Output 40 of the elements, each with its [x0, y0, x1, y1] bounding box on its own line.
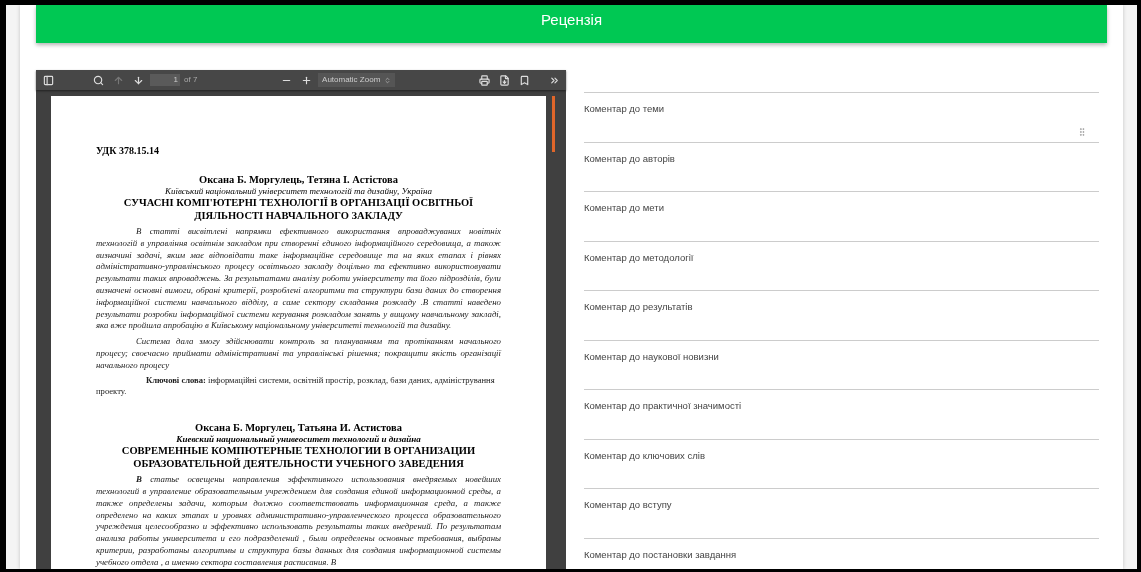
comment-field[interactable]: Коментар до вступу	[584, 489, 1099, 539]
abstract-paragraph: В статье освещены направления эффективного использования внедряемых новейших технологий в управление образовательным учреждением для создания единой информационной среды, а также определены задачи, которым должно соответствовать информационная среда, а также определено на каких этапах и уровнях административно-управленческого процесса образовательного учреждения целесообразно и эффективно использовать результаты таких внедрений. По результатам анализа работы университета и его подразделений , были определены основные требования, выбраны критерии, разработаны алгоритмы и структура базы данных для создания информационной системы учебного отдела , а именно сектора составления расписания. В	[96, 474, 501, 569]
comment-label: Коментар до авторів	[584, 152, 675, 164]
comment-field[interactable]: Коментар до практичної значимості	[584, 390, 1099, 440]
scrollbar-thumb[interactable]	[552, 96, 555, 152]
resize-handle-icon[interactable]	[1077, 126, 1087, 137]
comment-field[interactable]: Коментар до мети	[584, 192, 1099, 242]
comment-label: Коментар до методології	[584, 251, 694, 263]
comment-field[interactable]: Коментар до авторів	[584, 142, 1099, 192]
page-count: of 7	[184, 74, 198, 86]
comment-label: Коментар до вступу	[584, 499, 672, 510]
comment-label: Коментар до результатів	[584, 301, 693, 312]
page-number-field[interactable]: 1	[150, 74, 180, 86]
comment-field[interactable]: Коментар до постановки завдання	[584, 538, 1099, 569]
affiliation-line: Київський національний університет технологій та дизайну, Україна	[164, 186, 433, 196]
comment-label: Коментар до практичної значимості	[584, 400, 742, 411]
authors-line: Оксана Б. Моргулец, Татьяна И. Астистова	[194, 422, 403, 435]
dropdown-arrows-icon	[384, 76, 392, 84]
comment-label: Коментар до ключових слів	[584, 449, 705, 461]
article-title: ДІЯЛЬНОСТІ НАВЧАЛЬНОГО ЗАКЛАДУ	[193, 209, 404, 222]
comment-label: Коментар до наукової новизни	[584, 350, 719, 362]
authors-line: Оксана Б. Моргулець, Тетяна І. Астістова	[198, 174, 399, 186]
keywords-paragraph: Ключові слова: інформаційні системи, освітній простір, розклад, бази даних, адміністрування проекту.	[96, 374, 496, 399]
udk-code: УДК 378.15.14	[96, 144, 160, 158]
article-title: ОБРАЗОВАТЕЛЬНОЙ ДЕЯТЕЛЬНОСТИ УЧЕБНОГО ЗАВЕДЕНИЯ	[132, 457, 465, 471]
comment-field[interactable]: Коментар до наукової новизни	[584, 340, 1099, 390]
comment-label: Коментар до теми	[584, 103, 665, 114]
affiliation-line: Киевский национальный унивеоситет технологий и дизайна	[175, 434, 422, 445]
comment-field[interactable]: Коментар до результатів	[584, 291, 1099, 341]
comment-label: Коментар до постановки завдання	[584, 548, 737, 560]
comment-label: Коментар до мети	[584, 202, 664, 213]
comment-field[interactable]: Коментар до ключових слів	[584, 439, 1099, 489]
zoom-select[interactable]: Automatic Zoom	[318, 73, 396, 87]
print-icon[interactable]	[476, 72, 492, 88]
article-title: СОВРЕМЕННЫЕ КОМПЮТЕРНЫЕ ТЕХНОЛОГИИ В ОРГАНИЗАЦИИ	[120, 444, 477, 458]
comment-field[interactable]: Коментар до теми	[584, 93, 1099, 143]
abstract-paragraph: В статті висвітлені напрямки ефективного використання впроваджуваних новітніх технологій в управління освітнім закладом при створенні єдиного інформаційного середовища, а також визначині задачі, яким має відповідати таке інформаційне середовище та на яких етапах і рівнях адміністративно-управлінського процесу освітнього закладу доцільно та ефективно використовувати результати таких впроваджень. За результатами аналізу роботи університету та його підрозділів, були визначені основні вимоги, обрані критерії, розроблені алгоритми та структури бази даних до створення інформаційної системи навчального відділу, а саме сектору складання розкладу .В статті наведено результати розробки інформаційної системи керування розкладом занять у вищому навчальному закладі, яка вже пройшла апробацію в Київському національному університеті технологій та дизайну.	[96, 226, 501, 333]
comment-field[interactable]: Коментар до методології	[584, 241, 1099, 291]
article-title: СУЧАСНІ КОМП'ЮТЕРНІ ТЕХНОЛОГІЇ В ОРГАНІЗАЦІЇ ОСВІТНЬОЇ	[122, 196, 475, 209]
header-title: Рецензія	[540, 10, 603, 30]
